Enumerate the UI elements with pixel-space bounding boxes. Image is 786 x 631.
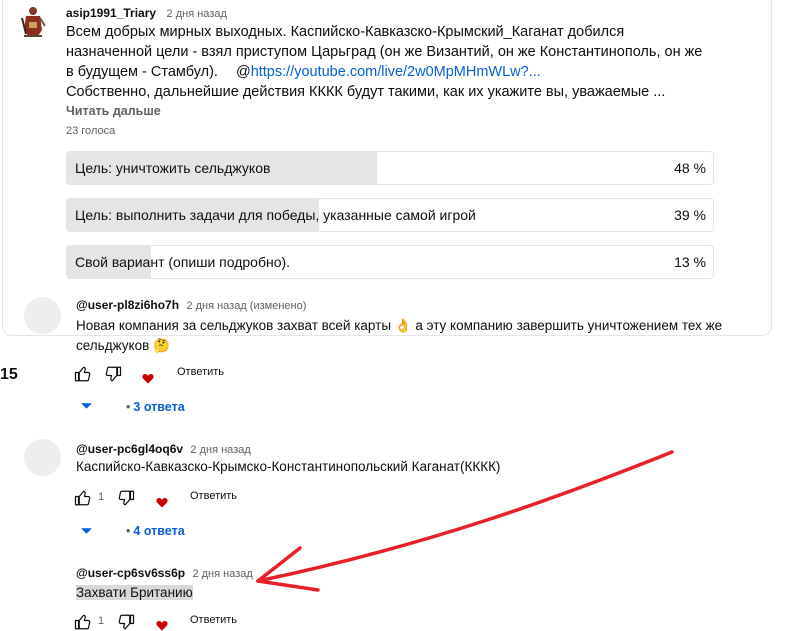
- annotation-arrow: [256, 450, 674, 592]
